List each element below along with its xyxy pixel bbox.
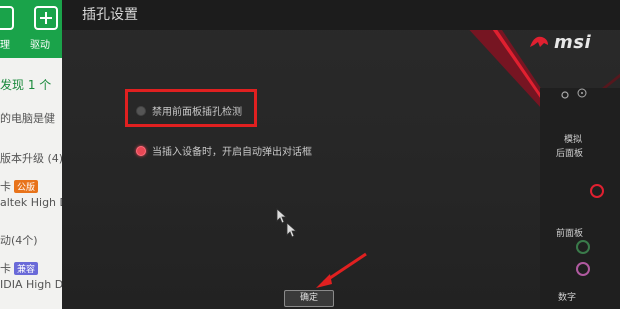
dragon-icon (530, 36, 548, 47)
bg-device-name-2: IDIA High D (0, 278, 64, 291)
option-radio-on[interactable] (136, 145, 146, 156)
option-radio-off[interactable] (136, 105, 146, 116)
bg-device-type-2: 卡 (0, 262, 11, 275)
wrench-icon[interactable] (0, 6, 14, 30)
bg-device-line-2: 卡兼容 (0, 260, 39, 276)
front-jack-pink[interactable] (576, 262, 590, 276)
mouse-cursor-icon-2 (286, 222, 298, 238)
bg-device-tag-2: 兼容 (14, 262, 39, 275)
digital-label: 数字 (558, 293, 577, 303)
dialog-title: 插孔设置 (82, 7, 138, 23)
brand-text: msi (554, 31, 592, 53)
driver-icon[interactable] (34, 6, 58, 30)
dialog-title-bar[interactable]: 插孔设置 (62, 0, 620, 30)
bg-device-type: 卡 (0, 180, 11, 193)
bg-status-line: 发现 1 个 (0, 78, 52, 92)
toolbar-label-driver: 驱动 (30, 40, 50, 51)
jack-side-panel: 模拟 后面板 前面板 数字 (540, 88, 620, 309)
analog-label: 模拟 (564, 135, 583, 145)
info-icon[interactable] (577, 88, 587, 98)
bg-text-line: 的电脑是健 (0, 112, 55, 125)
bg-driver-count: 动(4个) (0, 234, 38, 247)
bg-device-name: altek High D (0, 196, 68, 209)
bg-device-tag: 公版 (14, 180, 39, 193)
annotation-arrow-icon (316, 252, 367, 288)
bg-device-line: 卡公版 (0, 178, 39, 194)
bg-upgrade-line[interactable]: 版本升级 (4) (0, 150, 63, 166)
rear-panel-label: 后面板 (556, 149, 584, 159)
option-label-auto-popup: 当插入设备时，开启自动弹出对话框 (152, 147, 312, 158)
toolbar-label-manage: 理 (0, 40, 10, 51)
gear-icon[interactable] (560, 90, 570, 100)
front-panel-label: 前面板 (556, 229, 584, 239)
option-auto-popup[interactable]: 当插入设备时，开启自动弹出对话框 (136, 143, 312, 158)
option-label-disable-detection: 禁用前面板插孔检测 (152, 107, 242, 118)
option-disable-front-jack-detection[interactable]: 禁用前面板插孔检测 (136, 103, 242, 118)
front-jack-green[interactable] (576, 240, 590, 254)
screen: 理 驱动 发现 1 个 的电脑是健 版本升级 (4) 卡公版 altek Hig… (0, 0, 620, 309)
confirm-button[interactable]: 确定 (284, 290, 334, 307)
msi-logo: msi (528, 30, 591, 54)
jack-settings-dialog: 插孔设置 msi 禁用前面板插孔检测 当插入设备时，开启自动弹出对话框 模拟 后… (62, 0, 620, 309)
rear-jack-red[interactable] (590, 184, 604, 198)
